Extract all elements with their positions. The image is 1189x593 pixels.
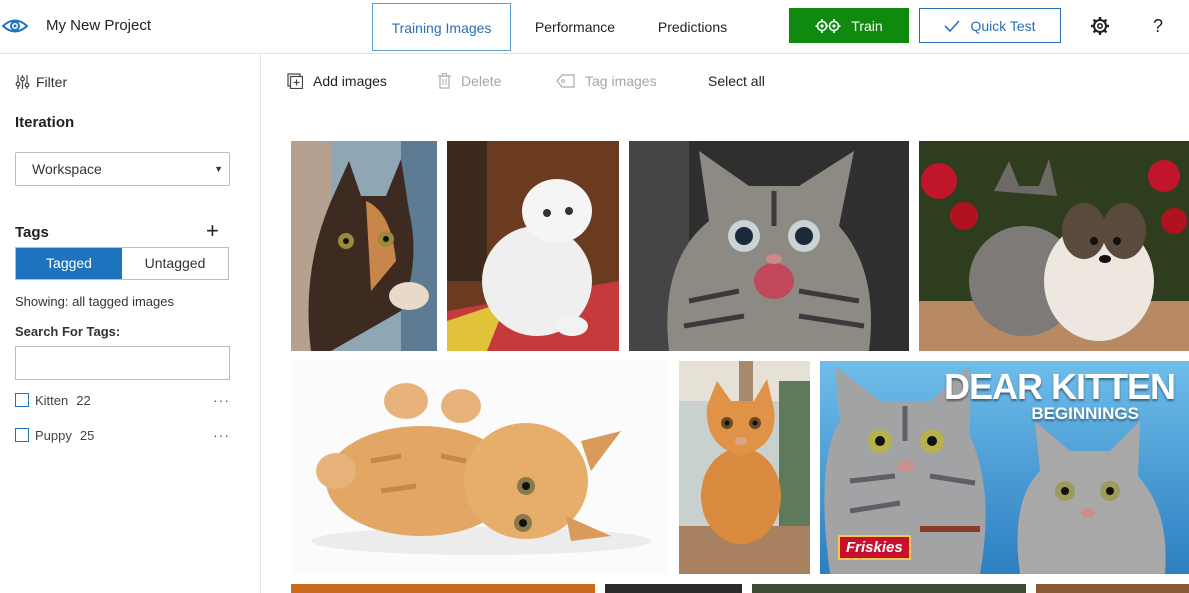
training-image-partial-3[interactable] — [752, 584, 1026, 593]
iteration-value: Workspace — [32, 161, 102, 177]
project-name: My New Project — [46, 17, 152, 34]
training-image-kitten-and-puppy[interactable] — [919, 141, 1189, 351]
friskies-logo: Friskies — [838, 535, 911, 560]
tag-icon — [556, 74, 575, 88]
image-thumbnail — [919, 141, 1189, 351]
training-image-partial-1[interactable] — [291, 584, 595, 593]
delete-label: Delete — [461, 73, 502, 89]
eye-logo-icon[interactable] — [2, 13, 28, 39]
checkmark-icon — [944, 19, 961, 32]
trash-icon — [438, 73, 451, 89]
tab-training-images[interactable]: Training Images — [372, 3, 511, 51]
dear-kitten-caption: DEAR KITTEN BEGINNINGS — [944, 366, 1176, 423]
quick-test-label: Quick Test — [970, 17, 1036, 34]
dear-kitten-title: DEAR KITTEN — [944, 366, 1176, 407]
tag-name: Puppy — [35, 427, 72, 443]
image-thumbnail — [447, 141, 619, 351]
iteration-title: Iteration — [15, 114, 75, 131]
sidebar: Filter Iteration Workspace ▼ Tags + Tagg… — [0, 54, 261, 593]
tag-checkbox[interactable] — [15, 393, 29, 407]
training-image-orange-kitten-lying[interactable] — [291, 361, 669, 574]
tag-count: 25 — [79, 427, 95, 443]
filter-button[interactable]: Filter — [15, 74, 67, 90]
untagged-toggle-option[interactable]: Untagged — [122, 248, 228, 279]
tag-images-label: Tag images — [585, 73, 657, 89]
quick-test-button[interactable]: Quick Test — [919, 8, 1061, 43]
delete-button[interactable]: Delete — [438, 73, 501, 89]
training-image-white-persian-kitten[interactable] — [447, 141, 619, 351]
app-header: My New Project Training Images Performan… — [0, 0, 1189, 54]
tag-checkbox[interactable] — [15, 428, 29, 442]
training-image-partial-4[interactable] — [1036, 584, 1189, 593]
showing-text: Showing: all tagged images — [15, 294, 174, 309]
tags-title: Tags — [15, 224, 49, 241]
more-options-icon[interactable]: ··· — [213, 392, 230, 408]
add-images-button[interactable]: Add images — [287, 73, 387, 89]
training-image-partial-2[interactable] — [605, 584, 742, 593]
training-image-orange-kitten-sitting[interactable] — [679, 361, 810, 574]
train-button[interactable]: Train — [789, 8, 909, 43]
search-tags-input[interactable] — [15, 346, 230, 380]
more-options-icon[interactable]: ··· — [213, 427, 230, 443]
image-thumbnail — [629, 141, 909, 351]
image-thumbnail — [291, 361, 669, 574]
search-tags-label: Search For Tags: — [15, 324, 121, 339]
dear-kitten-subtitle: BEGINNINGS — [1031, 404, 1139, 423]
tab-performance[interactable]: Performance — [520, 3, 630, 51]
tab-predictions[interactable]: Predictions — [640, 3, 745, 51]
tag-row-puppy: Puppy 25 ··· — [15, 425, 230, 445]
training-image-dear-kitten-beginnings[interactable]: DEAR KITTEN BEGINNINGS Friskies — [820, 361, 1189, 574]
add-tag-plus-icon[interactable]: + — [206, 220, 219, 242]
tag-count: 22 — [76, 392, 91, 408]
dropdown-caret-icon: ▼ — [214, 164, 223, 174]
settings-gear-icon[interactable] — [1089, 15, 1111, 37]
filter-sliders-icon — [15, 75, 30, 89]
gears-icon — [815, 18, 841, 33]
training-image-surprised-tabby-kitten[interactable] — [629, 141, 909, 351]
select-all-label: Select all — [708, 73, 765, 89]
tagged-toggle: Tagged Untagged — [15, 247, 229, 280]
help-icon[interactable]: ? — [1147, 15, 1169, 37]
filter-label: Filter — [36, 74, 68, 90]
tag-row-kitten: Kitten 22 ··· — [15, 390, 230, 410]
train-label: Train — [851, 17, 883, 34]
image-thumbnail — [291, 141, 437, 351]
select-all-button[interactable]: Select all — [708, 73, 765, 89]
tag-images-button[interactable]: Tag images — [556, 73, 657, 89]
image-thumbnail — [679, 361, 810, 574]
training-image-tortoiseshell-kitten[interactable] — [291, 141, 437, 351]
iteration-select[interactable]: Workspace ▼ — [15, 152, 230, 186]
add-image-icon — [287, 73, 303, 89]
tagged-toggle-option[interactable]: Tagged — [16, 248, 122, 279]
add-images-label: Add images — [313, 73, 387, 89]
tag-name: Kitten — [35, 392, 69, 408]
